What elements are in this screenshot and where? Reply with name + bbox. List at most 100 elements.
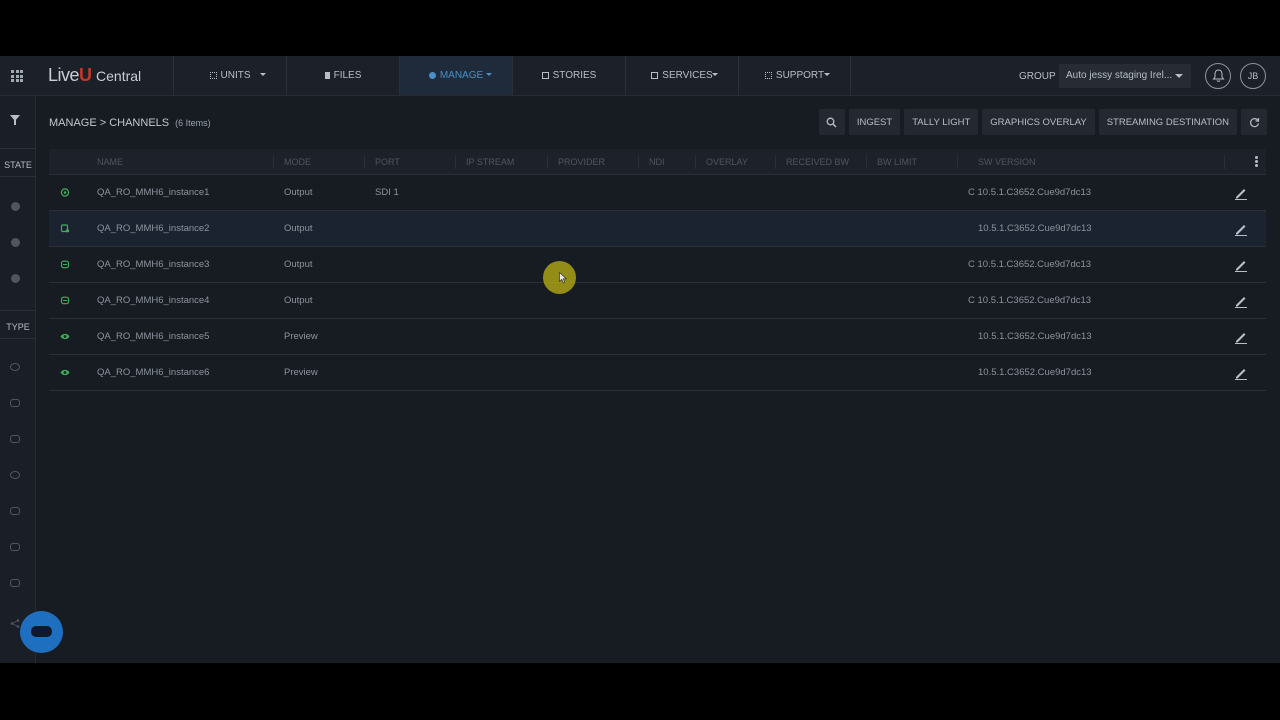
streaming-destination-button[interactable]: STREAMING DESTINATION — [1098, 109, 1237, 135]
edit-pencil-icon[interactable] — [1234, 186, 1248, 200]
type-filter-channel-icon[interactable] — [10, 435, 20, 443]
state-filter-offline[interactable] — [11, 238, 20, 247]
table-row[interactable]: QA_RO_MMH6_instance4 Output C 10.5.1.C36… — [49, 283, 1266, 319]
type-filter-preview-icon[interactable] — [10, 363, 20, 371]
graphics-overlay-button[interactable]: GRAPHICS OVERLAY — [982, 109, 1095, 135]
bell-icon — [1212, 69, 1225, 82]
column-menu-kebab-icon[interactable] — [1255, 156, 1258, 167]
channel-port: SDI 1 — [375, 187, 399, 198]
column-header-received-bw[interactable]: RECEIVED BW — [786, 157, 849, 167]
nav-support[interactable]: SUPPORT — [738, 56, 851, 95]
user-avatar[interactable]: JB — [1240, 63, 1266, 89]
search-button[interactable] — [818, 109, 845, 135]
breadcrumb-path[interactable]: MANAGE > CHANNELS — [49, 117, 169, 129]
channel-name[interactable]: QA_RO_MMH6_instance2 — [97, 223, 209, 234]
chat-launcher-button[interactable] — [20, 611, 63, 653]
eye-icon — [60, 333, 70, 340]
search-icon — [826, 117, 837, 128]
column-header-name[interactable]: NAME — [97, 157, 123, 167]
edit-pencil-icon[interactable] — [1234, 258, 1248, 272]
column-header-sw-version[interactable]: SW VERSION — [978, 157, 1036, 167]
breadcrumb: MANAGE > CHANNELS (6 Items) — [49, 117, 211, 129]
filter-icon[interactable] — [10, 115, 20, 125]
channel-mode: Output — [284, 187, 313, 198]
tally-light-button[interactable]: TALLY LIGHT — [904, 109, 979, 135]
column-header-overlay[interactable]: OVERLAY — [706, 157, 748, 167]
channels-table: NAME MODE PORT IP STREAM PROVIDER NDI OV… — [49, 149, 1266, 391]
type-filter-output-icon[interactable] — [10, 399, 20, 407]
output-icon — [60, 296, 70, 305]
mouse-pointer-icon — [559, 272, 567, 284]
state-filter-busy[interactable] — [11, 274, 20, 283]
state-filter-label: STATE — [4, 160, 32, 170]
nav-manage[interactable]: MANAGE — [399, 56, 512, 95]
table-row[interactable]: QA_RO_MMH6_instance5 Preview 10.5.1.C365… — [49, 319, 1266, 355]
table-header: NAME MODE PORT IP STREAM PROVIDER NDI OV… — [49, 149, 1266, 175]
type-filter-export-icon[interactable] — [10, 579, 20, 587]
type-filter-label: TYPE — [6, 322, 30, 332]
edit-pencil-icon[interactable] — [1234, 366, 1248, 380]
stories-icon — [541, 72, 549, 79]
refresh-button[interactable] — [1241, 109, 1267, 135]
channel-sw-version: C 10.5.1.C3652.Cue9d7dc13 — [968, 187, 1092, 198]
output-icon — [60, 224, 70, 233]
item-count: (6 Items) — [175, 118, 211, 128]
share-icon[interactable] — [10, 615, 20, 628]
column-header-bw-limit[interactable]: BW LIMIT — [877, 157, 917, 167]
grid-icon — [209, 72, 217, 79]
column-header-provider[interactable]: PROVIDER — [558, 157, 605, 167]
channel-mode: Preview — [284, 331, 318, 342]
chevron-down-icon[interactable] — [260, 73, 266, 76]
column-header-ip-stream[interactable]: IP STREAM — [466, 157, 514, 167]
chevron-down-icon[interactable] — [486, 73, 492, 76]
ingest-button[interactable]: INGEST — [848, 109, 901, 135]
type-filter-stack-icon[interactable] — [10, 543, 20, 551]
edit-pencil-icon[interactable] — [1234, 330, 1248, 344]
services-icon — [651, 72, 659, 79]
channel-mode: Preview — [284, 367, 318, 378]
table-row[interactable]: QA_RO_MMH6_instance1 Output SDI 1 C 10.5… — [49, 175, 1266, 211]
main-nav: UNITS FILES MANAGE STORIES SERVICES SUPP… — [173, 56, 851, 95]
gear-icon — [428, 72, 436, 79]
notifications-button[interactable] — [1205, 63, 1231, 89]
state-filter-online[interactable] — [11, 202, 20, 211]
support-icon — [764, 72, 772, 79]
chevron-down-icon — [1175, 74, 1183, 78]
group-select[interactable]: Auto jessy staging Irel... — [1059, 64, 1191, 88]
filter-sidebar: STATE TYPE — [0, 96, 36, 663]
main-content: MANAGE > CHANNELS (6 Items) INGEST TALLY … — [37, 96, 1280, 663]
top-navigation-bar: Live U Central UNITS FILES MANAGE STORIES — [0, 56, 1280, 96]
channel-sw-version: 10.5.1.C3652.Cue9d7dc13 — [978, 223, 1092, 234]
channel-mode: Output — [284, 295, 313, 306]
channel-sw-version: C 10.5.1.C3652.Cue9d7dc13 — [968, 259, 1092, 270]
nav-services[interactable]: SERVICES — [625, 56, 738, 95]
table-row[interactable]: QA_RO_MMH6_instance3 Output C 10.5.1.C36… — [49, 247, 1266, 283]
channel-name[interactable]: QA_RO_MMH6_instance5 — [97, 331, 209, 342]
nav-files[interactable]: FILES — [286, 56, 399, 95]
table-row[interactable]: QA_RO_MMH6_instance6 Preview 10.5.1.C365… — [49, 355, 1266, 391]
apps-grid-icon[interactable] — [11, 70, 23, 82]
output-icon — [60, 260, 70, 269]
edit-pencil-icon[interactable] — [1234, 222, 1248, 236]
channel-mode: Output — [284, 259, 313, 270]
file-icon — [324, 72, 330, 79]
channel-name[interactable]: QA_RO_MMH6_instance3 — [97, 259, 209, 270]
nav-stories[interactable]: STORIES — [512, 56, 625, 95]
chevron-down-icon[interactable] — [824, 73, 830, 76]
type-filter-cloud-icon[interactable] — [10, 507, 20, 515]
column-header-port[interactable]: PORT — [375, 157, 400, 167]
channel-name[interactable]: QA_RO_MMH6_instance4 — [97, 295, 209, 306]
eye-icon — [60, 369, 70, 376]
eye-icon[interactable] — [10, 471, 20, 479]
channel-sw-version: 10.5.1.C3652.Cue9d7dc13 — [978, 331, 1092, 342]
channel-name[interactable]: QA_RO_MMH6_instance1 — [97, 187, 209, 198]
edit-pencil-icon[interactable] — [1234, 294, 1248, 308]
channel-name[interactable]: QA_RO_MMH6_instance6 — [97, 367, 209, 378]
chevron-down-icon[interactable] — [712, 73, 718, 76]
column-header-mode[interactable]: MODE — [284, 157, 311, 167]
nav-units[interactable]: UNITS — [173, 56, 286, 95]
liveu-central-logo[interactable]: Live U Central — [48, 65, 141, 87]
app-window: Live U Central UNITS FILES MANAGE STORIES — [0, 56, 1280, 663]
table-row[interactable]: QA_RO_MMH6_instance2 Output 10.5.1.C3652… — [49, 211, 1266, 247]
column-header-ndi[interactable]: NDI — [649, 157, 665, 167]
